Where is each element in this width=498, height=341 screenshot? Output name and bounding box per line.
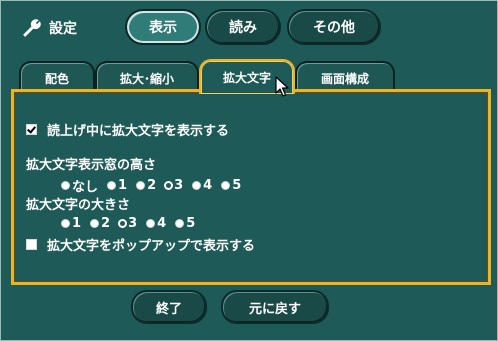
display-mode-button[interactable]: 表示	[125, 9, 201, 45]
window-height-heading: 拡大文字表示窓の高さ	[26, 154, 156, 173]
window-height-radio-group: なし 1 2 3 4 5	[62, 176, 241, 195]
tab-color-label: 配色	[44, 71, 69, 86]
show-while-reading-label: 読上げ中に拡大文字を表示する	[47, 124, 230, 139]
radio-dot-icon	[193, 182, 201, 189]
window-height-option-2[interactable]: 2	[137, 176, 156, 195]
wrench-icon	[23, 19, 41, 37]
radio-label: 3	[174, 178, 184, 193]
window-height-option-3[interactable]: 3	[166, 176, 183, 195]
tab-screen-layout-label: 画面構成	[320, 71, 369, 86]
tab-large-text-label: 拡大文字	[222, 71, 271, 85]
radio-label: 3	[128, 216, 138, 231]
window-height-option-1[interactable]: 1	[108, 176, 127, 195]
radio-dot-icon	[147, 220, 155, 227]
popup-option[interactable]: 拡大文字をポップアップで表示する	[26, 235, 255, 254]
radio-dot-icon	[166, 183, 172, 188]
text-size-radio-group: 1 2 3 4 5	[62, 216, 195, 231]
radio-label: 5	[186, 216, 196, 231]
reset-button-label: 元に戻す	[248, 301, 301, 317]
reading-mode-button[interactable]: 読み	[205, 9, 281, 45]
text-size-label: 拡大文字の大きさ	[26, 198, 131, 213]
text-size-option-3[interactable]: 3	[120, 216, 137, 231]
radio-dot-icon	[176, 220, 184, 227]
finish-button[interactable]: 終了	[131, 290, 207, 324]
show-while-reading-option[interactable]: 読上げ中に拡大文字を表示する	[26, 120, 229, 139]
large-text-settings-panel: 読上げ中に拡大文字を表示する 拡大文字表示窓の高さ なし 1 2 3 4 5 拡…	[11, 89, 491, 285]
window-height-option-4[interactable]: 4	[193, 176, 212, 195]
text-size-option-2[interactable]: 2	[91, 216, 110, 231]
radio-dot-icon	[62, 182, 69, 189]
popup-checkbox[interactable]	[26, 239, 37, 250]
radio-dot-icon	[137, 182, 145, 189]
radio-label: 1	[72, 216, 82, 231]
reading-mode-label: 読み	[229, 20, 257, 36]
finish-button-label: 終了	[155, 301, 182, 317]
window-height-option-none[interactable]: なし	[62, 176, 98, 195]
radio-label: 1	[118, 178, 128, 193]
other-mode-button[interactable]: その他	[287, 9, 381, 45]
window-height-option-5[interactable]: 5	[222, 176, 241, 195]
text-size-option-5[interactable]: 5	[176, 216, 195, 231]
popup-label: 拡大文字をポップアップで表示する	[47, 239, 256, 254]
text-size-heading: 拡大文字の大きさ	[26, 194, 130, 213]
radio-dot-icon	[108, 182, 116, 189]
settings-window: 設定 表示 読み その他 配色 拡大･縮小 拡大文字 画面構成 読上げ中に拡大文…	[0, 0, 498, 341]
radio-dot-icon	[91, 220, 99, 227]
mouse-cursor-icon	[275, 76, 289, 97]
radio-label: なし	[72, 180, 99, 195]
other-mode-label: その他	[313, 20, 355, 36]
tab-zoom-label: 拡大･縮小	[119, 71, 174, 86]
radio-label: 5	[232, 178, 242, 193]
radio-label: 4	[203, 178, 213, 193]
text-size-option-1[interactable]: 1	[62, 216, 81, 231]
window-height-label: 拡大文字表示窓の高さ	[26, 158, 157, 173]
radio-label: 4	[157, 216, 167, 231]
radio-dot-icon	[222, 182, 230, 189]
header-title: 設定	[21, 15, 77, 41]
text-size-option-4[interactable]: 4	[147, 216, 166, 231]
radio-dot-icon	[120, 221, 126, 226]
radio-label: 2	[101, 216, 111, 231]
settings-title: 設定	[49, 21, 77, 37]
show-while-reading-checkbox[interactable]	[26, 124, 37, 135]
display-mode-label: 表示	[149, 20, 177, 36]
radio-label: 2	[147, 178, 157, 193]
radio-dot-icon	[62, 220, 69, 227]
reset-button[interactable]: 元に戻す	[221, 290, 329, 324]
